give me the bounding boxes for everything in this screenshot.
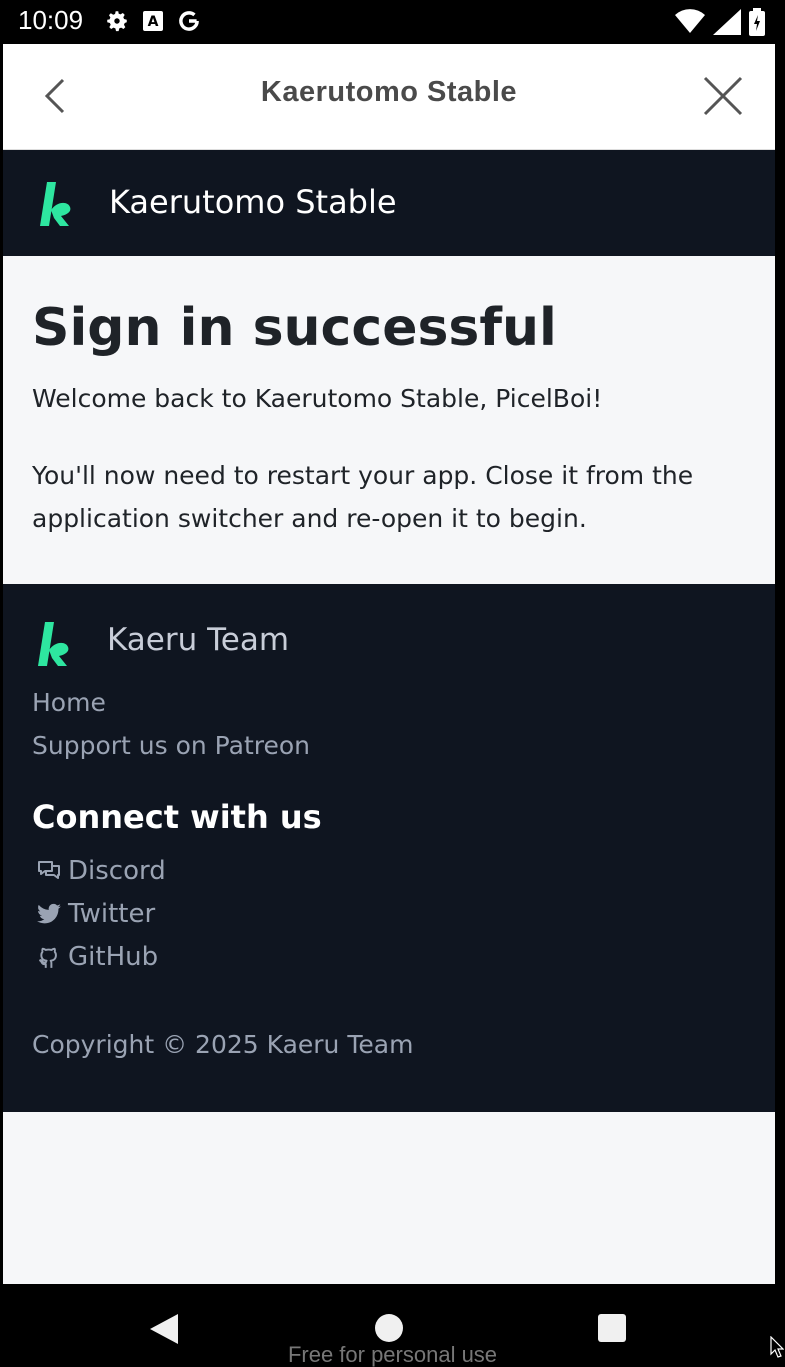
footer-link-home[interactable]: Home: [32, 688, 106, 717]
google-icon: [179, 11, 199, 31]
a-icon: A: [143, 11, 163, 31]
mouse-cursor-icon: [770, 1336, 784, 1358]
main-content: Sign in successful Welcome back to Kaeru…: [3, 256, 775, 584]
footer-team-name: Kaeru Team: [107, 622, 290, 658]
restart-instructions: You'll now need to restart your app. Clo…: [32, 461, 694, 533]
close-icon[interactable]: [701, 74, 745, 118]
watermark: Free for personal use: [287, 1342, 498, 1367]
back-triangle-icon[interactable]: [148, 1312, 180, 1346]
signal-icon: [713, 9, 741, 35]
footer: Kaeru Team Home Support us on Patreon Co…: [3, 584, 775, 1112]
kaeru-logo-icon[interactable]: [37, 180, 77, 228]
battery-icon: [749, 8, 765, 36]
tab-title: Kaerutomo Stable: [260, 76, 518, 108]
site-header: Kaerutomo Stable: [3, 150, 775, 256]
recents-square-icon[interactable]: [598, 1314, 626, 1342]
social-link-discord[interactable]: Discord: [36, 856, 166, 886]
footer-link-patreon[interactable]: Support us on Patreon: [32, 731, 310, 760]
browser-frame: Kaerutomo Stable Kaerutomo Stable Sign i…: [3, 44, 775, 1284]
social-label: Twitter: [68, 899, 156, 929]
status-icons-right: [675, 8, 765, 36]
welcome-message: Welcome back to Kaerutomo Stable, PicelB…: [32, 384, 603, 413]
navigation-bar: Free for personal use: [0, 1284, 785, 1367]
kaeru-logo-icon: [38, 622, 69, 666]
site-name[interactable]: Kaerutomo Stable: [109, 183, 397, 221]
status-time: 10:09: [18, 5, 84, 35]
page-blank-area: [3, 1112, 775, 1284]
social-label: GitHub: [68, 942, 159, 972]
wifi-icon: [675, 9, 705, 33]
status-bar: 10:09 A: [0, 0, 785, 44]
page-title: Sign in successful: [32, 298, 557, 358]
gear-icon: [107, 11, 127, 32]
social-link-twitter[interactable]: Twitter: [36, 899, 155, 929]
status-icons-left: A: [104, 8, 202, 34]
custom-tab-bar: Kaerutomo Stable: [3, 44, 775, 150]
twitter-icon: [37, 903, 61, 924]
chat-icon: [38, 861, 60, 879]
svg-text:A: A: [148, 14, 159, 30]
copyright: Copyright © 2025 Kaeru Team: [32, 1030, 414, 1059]
social-link-github[interactable]: GitHub: [36, 942, 158, 972]
social-label: Discord: [68, 856, 166, 886]
github-icon: [39, 947, 57, 968]
home-circle-icon[interactable]: [375, 1314, 403, 1342]
connect-heading: Connect with us: [32, 798, 322, 836]
